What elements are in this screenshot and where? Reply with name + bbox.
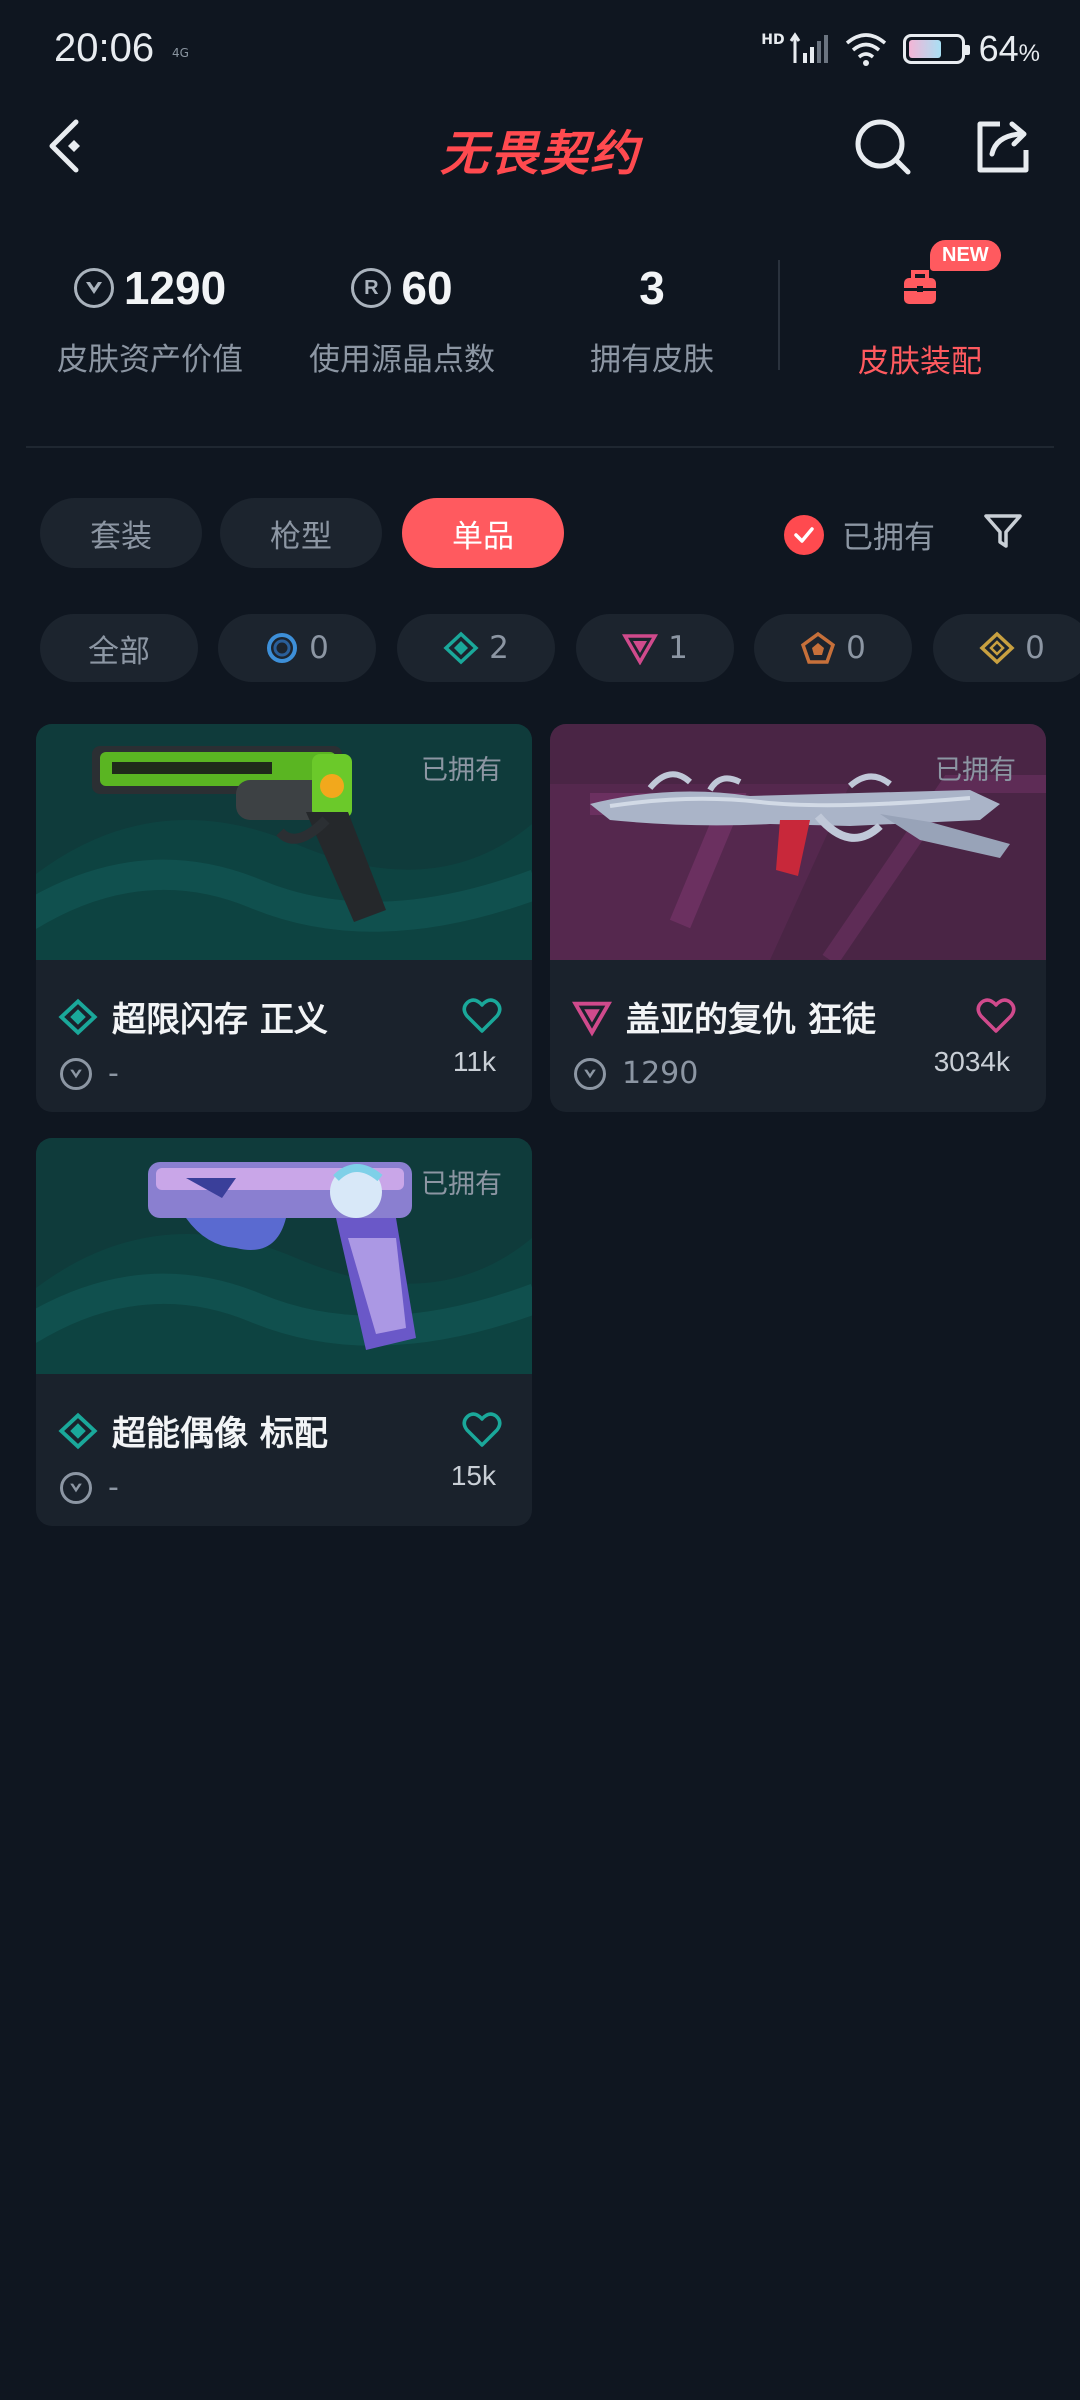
battery-level [908, 40, 941, 58]
like-count: 15k [450, 1460, 496, 1491]
stat-label: 皮肤资产价值 [57, 342, 243, 378]
deluxe-tier-icon [58, 1412, 98, 1449]
owned-tag: 已拥有 [421, 755, 502, 786]
search-icon[interactable] [850, 114, 916, 180]
skin-name-row: 超能偶像 标配 [58, 1406, 328, 1455]
top-nav: 无畏契约 [0, 100, 1080, 196]
skin-card[interactable]: 已拥有 超能偶像 标配 - 15k [36, 1138, 532, 1526]
hd-label: HD [761, 32, 785, 48]
owned-filter-label: 已拥有 [842, 520, 935, 556]
network-mini-icon: 4G [172, 46, 189, 60]
page-title: 无畏契约 [439, 126, 640, 182]
stat-value: 1290 [123, 262, 227, 314]
status-time: 20:06 [54, 26, 155, 70]
skin-name-row: 超限闪存 正义 [58, 992, 328, 1041]
check-icon [784, 514, 824, 555]
divider [26, 446, 1054, 448]
radianite-icon: R [351, 268, 392, 308]
skin-name: 超能偶像 标配 [112, 1414, 328, 1454]
stat-label: 使用源晶点数 [309, 342, 495, 378]
owned-tag: 已拥有 [935, 755, 1016, 786]
skin-card[interactable]: 已拥有 超限闪存 正义 - 11k [36, 724, 532, 1112]
premium-tier-icon [622, 634, 659, 665]
skin-image: 已拥有 [550, 724, 1046, 966]
premium-tier-icon [572, 1001, 612, 1036]
valorant-points-icon [574, 1057, 606, 1090]
exclusive-tier-icon [979, 631, 1015, 665]
share-icon[interactable] [970, 114, 1036, 180]
stat-asset-value: 1290 皮肤资产价值 [40, 258, 260, 379]
deluxe-tier-icon [58, 998, 98, 1035]
stat-radianite-used: R 60 使用源晶点数 [292, 258, 512, 379]
rarity-chip-deluxe[interactable]: 2 [397, 614, 555, 682]
skin-image: 已拥有 [36, 724, 532, 960]
heart-icon[interactable] [462, 998, 502, 1034]
signal-icon [789, 32, 828, 63]
heart-icon[interactable] [976, 998, 1016, 1034]
stat-label: 拥有皮肤 [590, 342, 714, 378]
stat-value: 3 [639, 262, 665, 314]
battery-percent: 64% [978, 28, 1040, 69]
rarity-chip-ultra[interactable]: 0 [754, 614, 912, 682]
deluxe-tier-icon [443, 631, 479, 665]
owned-filter-toggle[interactable]: 已拥有 [784, 512, 935, 557]
tab-bundles[interactable]: 套装 [40, 498, 202, 568]
skin-name-row: 盖亚的复仇 狂徒 [572, 992, 876, 1041]
like-count: 11k [452, 1046, 496, 1077]
valorant-points-icon [60, 1057, 92, 1090]
skin-price: 1290 [574, 1056, 698, 1091]
stat-owned-skins: 3 拥有皮肤 [542, 258, 762, 379]
select-tier-icon [267, 633, 298, 663]
valorant-points-icon [73, 268, 114, 308]
skin-name: 超限闪存 正义 [112, 1000, 328, 1040]
wifi-icon [845, 33, 886, 66]
backpack-icon [904, 270, 936, 304]
rarity-filter-row: 全部 0 2 1 0 0 [40, 614, 1080, 682]
filter-icon[interactable] [982, 510, 1024, 552]
owned-tag: 已拥有 [421, 1169, 502, 1200]
valorant-points-icon [60, 1471, 92, 1504]
status-right: HD 64% [761, 28, 1040, 70]
ultra-tier-icon [801, 631, 836, 664]
skin-price: - [60, 1470, 119, 1505]
rarity-chip-all[interactable]: 全部 [40, 614, 198, 682]
asset-stats: 1290 皮肤资产价值 R 60 使用源晶点数 3 拥有皮肤 NEW 皮肤装配 [0, 240, 1080, 400]
battery-icon [902, 34, 970, 64]
rarity-chip-select[interactable]: 0 [218, 614, 376, 682]
skin-name: 盖亚的复仇 狂徒 [626, 1000, 876, 1040]
stat-value: 60 [401, 262, 453, 314]
loadout-label: 皮肤装配 [858, 344, 982, 380]
tab-single-items[interactable]: 单品 [402, 498, 564, 568]
heart-icon[interactable] [462, 1412, 502, 1448]
skin-card[interactable]: 已拥有 盖亚的复仇 狂徒 1290 3034k [550, 724, 1046, 1112]
skin-price: - [60, 1056, 119, 1091]
tab-weapon-type[interactable]: 枪型 [220, 498, 382, 568]
rarity-chip-exclusive[interactable]: 0 [933, 614, 1080, 682]
skin-image: 已拥有 [36, 1138, 532, 1374]
status-bar: 20:06 4G HD 64% [0, 0, 1080, 100]
skin-loadout-button[interactable]: NEW 皮肤装配 [810, 240, 1030, 381]
rarity-chip-premium[interactable]: 1 [576, 614, 734, 682]
new-badge: NEW [930, 240, 1001, 271]
like-count: 3034k [933, 1046, 1010, 1077]
divider [778, 260, 780, 370]
